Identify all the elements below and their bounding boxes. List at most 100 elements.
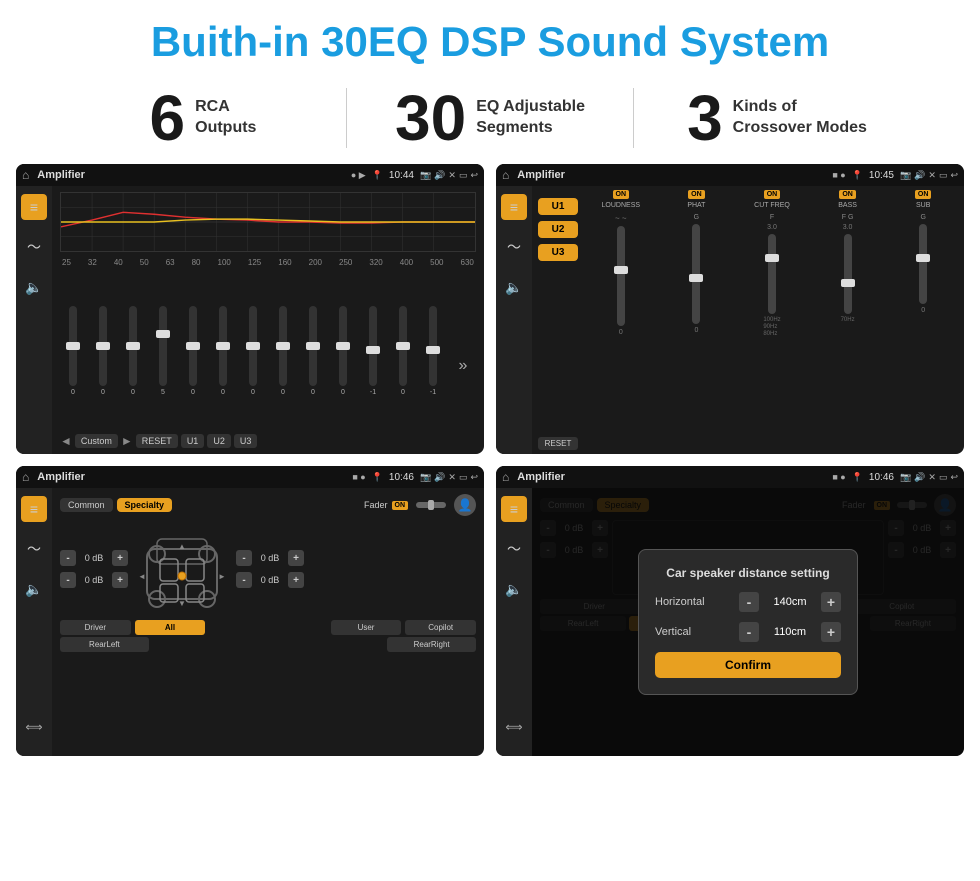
bass-toggle[interactable]: ON [839,190,856,199]
loudness-slider[interactable] [617,226,625,326]
speaker-icon-3[interactable]: 🔈 [21,576,47,602]
stat-rca: 6 RCAOutputs [60,86,346,150]
home-icon-3[interactable]: ⌂ [22,470,29,484]
right-db-controls: - 0 dB + - 0 dB + [236,550,304,588]
confirm-button[interactable]: Confirm [655,652,841,678]
eq-slider-11[interactable]: 0 [390,306,416,396]
eq-icon-2[interactable]: ≡ [501,194,527,220]
preset-u3[interactable]: U3 [538,244,578,261]
wave-icon-2[interactable]: 〜 [501,234,527,260]
window-icon-3: ▭ [459,472,468,483]
db-plus-tl[interactable]: + [112,550,128,566]
loudness-toggle[interactable]: ON [613,190,630,199]
eq-slider-3[interactable]: 5 [150,306,176,396]
reset-btn[interactable]: RESET [136,434,178,448]
db-minus-bl[interactable]: - [60,572,76,588]
svg-text:◄: ◄ [138,572,146,581]
arrows-icon-3[interactable]: ⟺ [21,714,47,740]
window-icon-1: ▭ [459,170,468,181]
db-plus-tr[interactable]: + [288,550,304,566]
sub-toggle[interactable]: ON [915,190,932,199]
vertical-plus[interactable]: + [821,622,841,642]
prev-btn[interactable]: ◄ [60,434,72,448]
side-icons-1: ≡ 〜 🔈 [16,186,52,454]
back-icon-1[interactable]: ↩ [470,170,478,181]
eq-slider-9[interactable]: 0 [330,306,356,396]
eq-labels: 253240 506380 100125160 200250320 400500… [60,258,476,267]
eq-icon-3[interactable]: ≡ [21,496,47,522]
status-bar-2: ⌂ Amplifier ■ ● 📍 10:45 📷 🔊 ✕ ▭ ↩ [496,164,964,186]
phat-toggle[interactable]: ON [688,190,705,199]
eq-slider-8[interactable]: 0 [300,306,326,396]
custom-btn[interactable]: Custom [75,434,118,448]
screen-amplifier: ⌂ Amplifier ■ ● 📍 10:45 📷 🔊 ✕ ▭ ↩ ≡ 〜 [496,164,964,454]
db-minus-br[interactable]: - [236,572,252,588]
horizontal-plus[interactable]: + [821,592,841,612]
x-icon-1: ✕ [448,170,456,181]
speaker-icon-2[interactable]: 🔈 [501,274,527,300]
cutfreq-slider[interactable] [768,234,776,314]
eq-slider-6[interactable]: 0 [240,306,266,396]
s2-main: U1 U2 U3 RESET ON LOUDNESS ~ ~ [532,186,964,454]
db-minus-tr[interactable]: - [236,550,252,566]
reset-btn-2[interactable]: RESET [538,437,578,450]
back-icon-3[interactable]: ↩ [470,472,478,483]
rearright-btn[interactable]: RearRight [387,637,476,652]
db-plus-br[interactable]: + [288,572,304,588]
eq-slider-12[interactable]: -1 [420,306,446,396]
u3-btn[interactable]: U3 [234,434,258,448]
horizontal-label: Horizontal [655,596,705,608]
location-icon-4: 📍 [852,472,863,483]
left-db-controls: - 0 dB + - 0 dB + [60,550,128,588]
copilot-btn[interactable]: Copilot [405,620,476,635]
db-minus-tl[interactable]: - [60,550,76,566]
bass-slider[interactable] [844,234,852,314]
tab-specialty[interactable]: Specialty [117,498,173,512]
driver-btn[interactable]: Driver [60,620,131,635]
eq-expand-btn[interactable]: » [450,327,476,375]
rearleft-btn[interactable]: RearLeft [60,637,149,652]
tab-common[interactable]: Common [60,498,113,512]
wave-icon-1[interactable]: 〜 [21,234,47,260]
eq-slider-4[interactable]: 0 [180,306,206,396]
home-icon-1[interactable]: ⌂ [22,168,29,182]
user-btn[interactable]: User [331,620,402,635]
preset-u1[interactable]: U1 [538,198,578,215]
window-icon-4: ▭ [939,472,948,483]
wave-icon-4[interactable]: 〜 [501,536,527,562]
side-icons-2: ≡ 〜 🔈 [496,186,532,454]
cutfreq-toggle[interactable]: ON [764,190,781,199]
screen-common: ⌂ Amplifier ■ ● 📍 10:46 📷 🔊 ✕ ▭ ↩ ≡ 〜 [16,466,484,756]
db-plus-bl[interactable]: + [112,572,128,588]
eq-slider-5[interactable]: 0 [210,306,236,396]
eq-slider-1[interactable]: 0 [90,306,116,396]
arrows-icon-4[interactable]: ⟺ [501,714,527,740]
preset-u2[interactable]: U2 [538,221,578,238]
horizontal-minus[interactable]: - [739,592,759,612]
stat-eq-number: 30 [395,86,466,150]
fader-toggle[interactable]: ON [392,501,409,510]
s3-buttons: Driver All User Copilot [60,620,476,635]
all-btn[interactable]: All [135,620,206,635]
wave-icon-3[interactable]: 〜 [21,536,47,562]
home-icon-4[interactable]: ⌂ [502,470,509,484]
eq-icon-4[interactable]: ≡ [501,496,527,522]
eq-slider-10[interactable]: -1 [360,306,386,396]
eq-slider-7[interactable]: 0 [270,306,296,396]
sub-slider[interactable] [919,224,927,304]
speaker-icon-4[interactable]: 🔈 [501,576,527,602]
eq-slider-2[interactable]: 0 [120,306,146,396]
eq-slider-0[interactable]: 0 [60,306,86,396]
eq-icon[interactable]: ≡ [21,194,47,220]
u1-btn[interactable]: U1 [181,434,205,448]
back-icon-4[interactable]: ↩ [950,472,958,483]
phat-slider[interactable] [692,224,700,324]
home-icon-2[interactable]: ⌂ [502,168,509,182]
vertical-minus[interactable]: - [739,622,759,642]
time-2: 10:45 [869,170,894,181]
speaker-icon-1[interactable]: 🔈 [21,274,47,300]
amp-controls: ON LOUDNESS ~ ~ 0 ON PHAT G [586,190,958,450]
u2-btn[interactable]: U2 [207,434,231,448]
back-icon-2[interactable]: ↩ [950,170,958,181]
next-btn[interactable]: ► [121,434,133,448]
